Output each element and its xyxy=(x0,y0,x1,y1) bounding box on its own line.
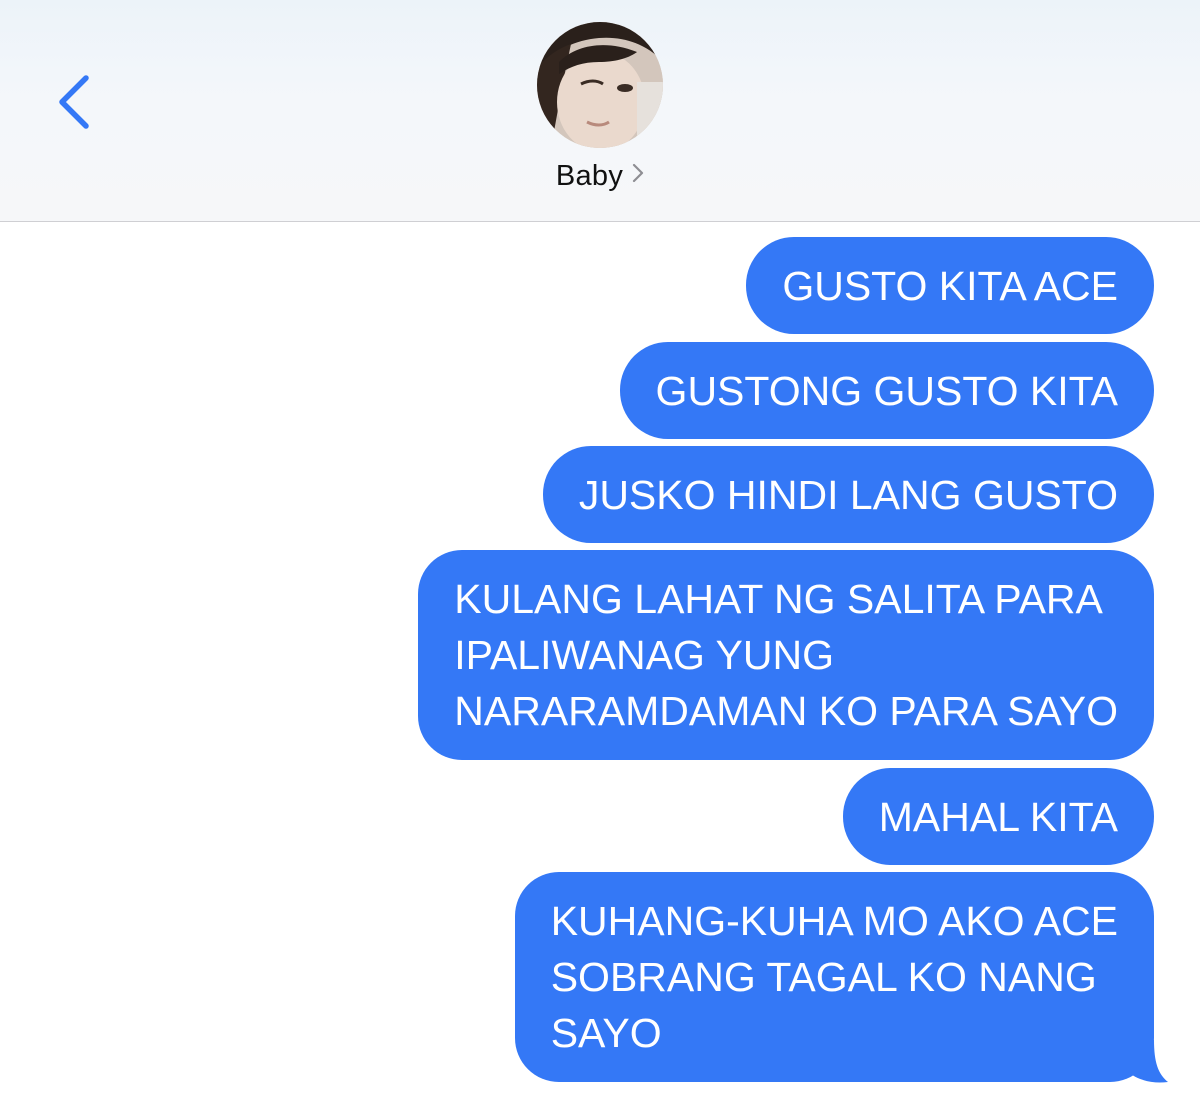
contact-name-button[interactable]: Baby xyxy=(0,160,1200,193)
contact-name: Baby xyxy=(555,160,624,192)
bubble-tail xyxy=(1120,1040,1168,1083)
chevron-left-icon xyxy=(59,75,89,129)
back-button[interactable] xyxy=(50,68,102,136)
conversation-header: Baby xyxy=(0,0,1200,222)
message-bubble[interactable]: JUSKO HINDI LANG GUSTO xyxy=(542,446,1154,543)
message-bubble[interactable]: GUSTONG GUSTO KITA xyxy=(619,342,1154,439)
message-bubble[interactable]: GUSTO KITA ACE xyxy=(746,237,1154,334)
avatar-photo xyxy=(537,22,663,148)
message-bubble[interactable]: KULANG LAHAT NG SALITA PARA IPALIWANAG Y… xyxy=(418,550,1154,760)
message-bubble[interactable]: MAHAL KITA xyxy=(842,768,1154,865)
contact-avatar[interactable] xyxy=(537,22,663,148)
message-bubble[interactable]: KUHANG-KUHA MO AKO ACE SOBRANG TAGAL KO … xyxy=(514,872,1154,1082)
chevron-right-icon xyxy=(632,163,644,188)
